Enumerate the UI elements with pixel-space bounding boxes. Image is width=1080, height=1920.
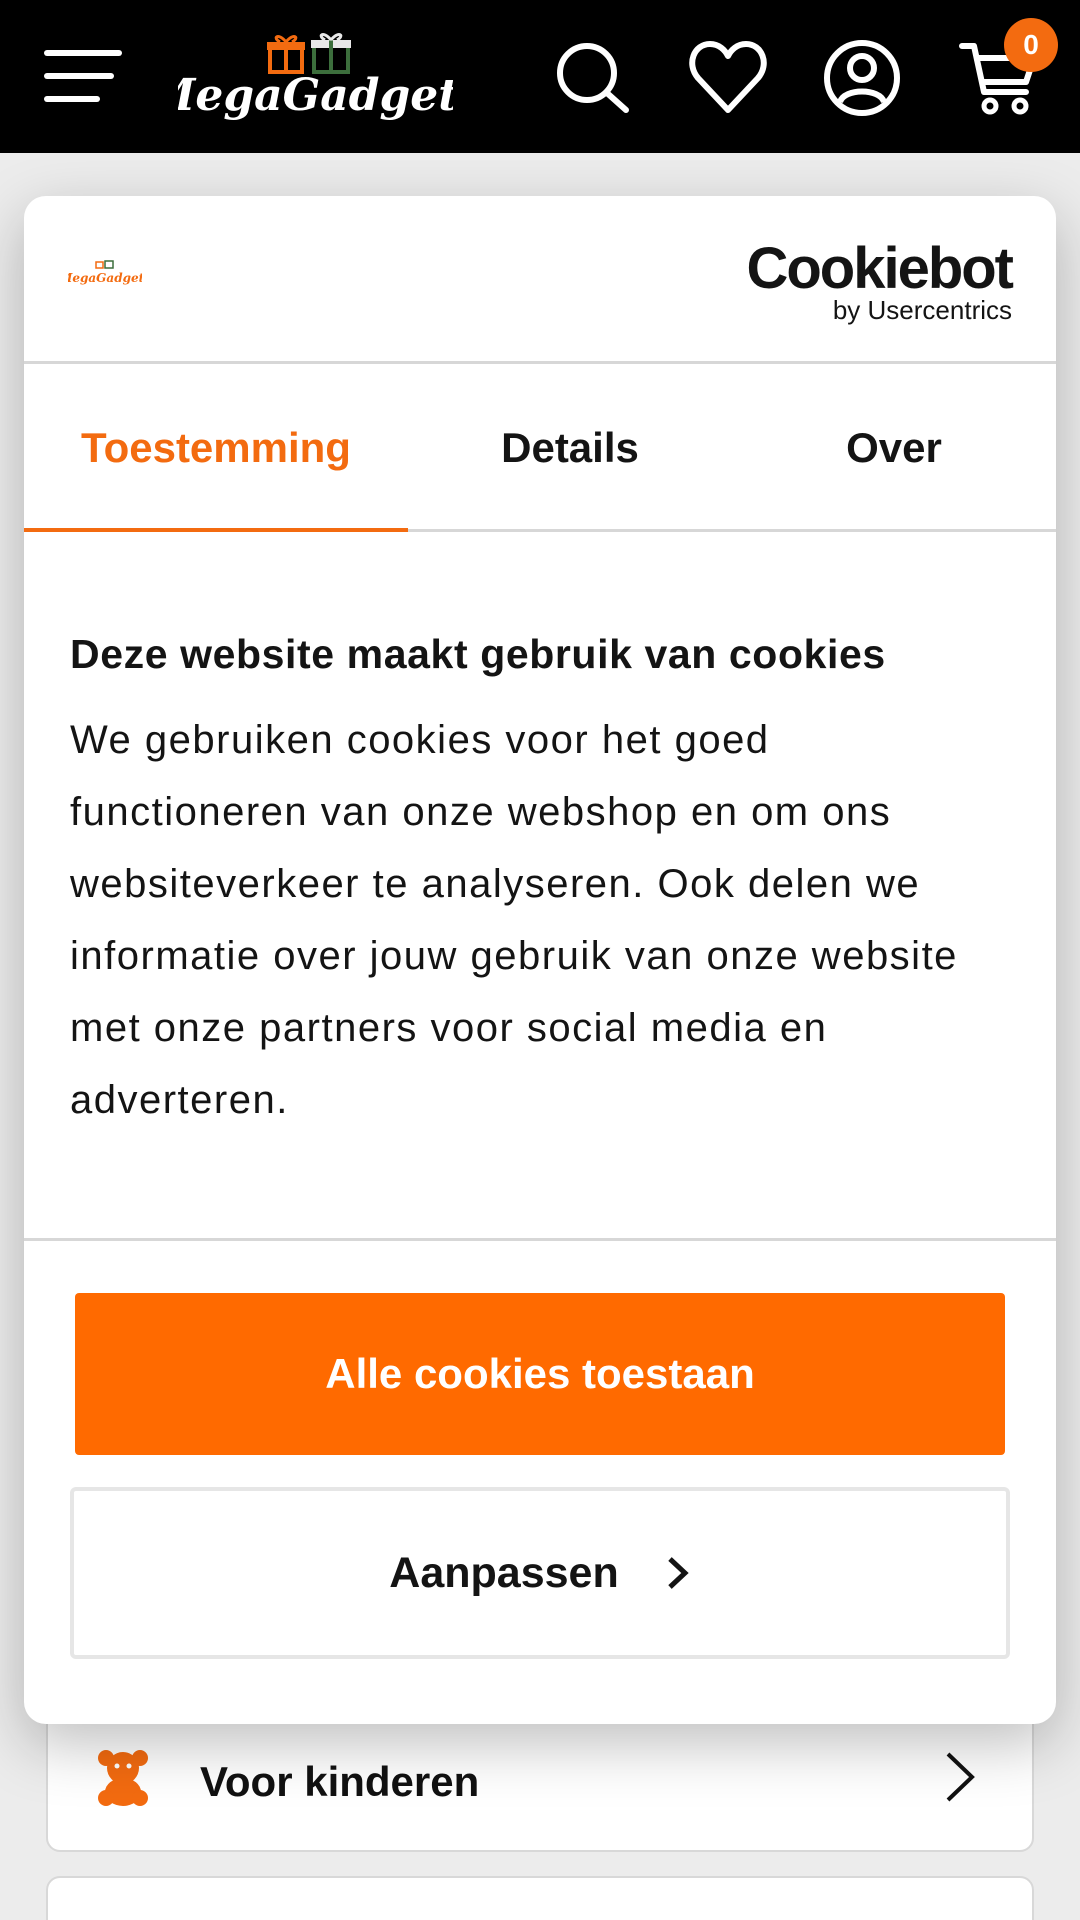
heart-icon[interactable] [688, 38, 768, 118]
active-tab-indicator [24, 528, 408, 532]
customize-button[interactable]: Aanpassen [70, 1487, 1010, 1659]
small-logo-text: MegaGadgets [68, 271, 142, 285]
category-item[interactable] [46, 1876, 1034, 1920]
cookie-consent-dialog: MegaGadgets Cookiebot by Usercentrics To… [24, 196, 1056, 1724]
menu-icon[interactable] [44, 50, 122, 102]
tab-over[interactable]: Over [732, 364, 1056, 532]
chevron-right-icon [668, 1557, 689, 1589]
megagadgets-logo[interactable]: MegaGadgets [178, 26, 453, 126]
dialog-footer: Alle cookies toestaan Aanpassen [24, 1238, 1056, 1724]
category-label: Voor kinderen [200, 1758, 480, 1805]
dialog-header: MegaGadgets Cookiebot by Usercentrics [24, 196, 1056, 364]
tab-details[interactable]: Details [408, 364, 732, 532]
tab-toestemming[interactable]: Toestemming [24, 364, 408, 532]
cart-count-badge: 0 [1004, 18, 1058, 72]
consent-content: Deze website maakt gebruik van cookies W… [70, 626, 1010, 1136]
accept-all-cookies-button[interactable]: Alle cookies toestaan [75, 1293, 1005, 1455]
consent-title: Deze website maakt gebruik van cookies [70, 631, 886, 677]
cookiebot-brand: Cookiebot [746, 236, 1014, 301]
consent-body-text: We gebruiken cookies voor het goed funct… [70, 718, 958, 1122]
customize-button-label: Aanpassen [389, 1548, 619, 1597]
cookiebot-logo: Cookiebot by Usercentrics [746, 238, 1014, 325]
cookiebot-by-line: by Usercentrics [832, 295, 1012, 325]
chevron-right-icon [946, 1752, 975, 1802]
logo-text: MegaGadgets [178, 70, 453, 121]
account-icon[interactable] [822, 38, 902, 118]
megagadgets-small-logo: MegaGadgets [68, 260, 142, 285]
consent-tabs: Toestemming Details Over [24, 364, 1056, 532]
teddy-bear-icon [98, 1750, 148, 1806]
top-navigation-bar: MegaGadgets 0 [0, 0, 1080, 153]
search-icon[interactable] [552, 38, 632, 118]
